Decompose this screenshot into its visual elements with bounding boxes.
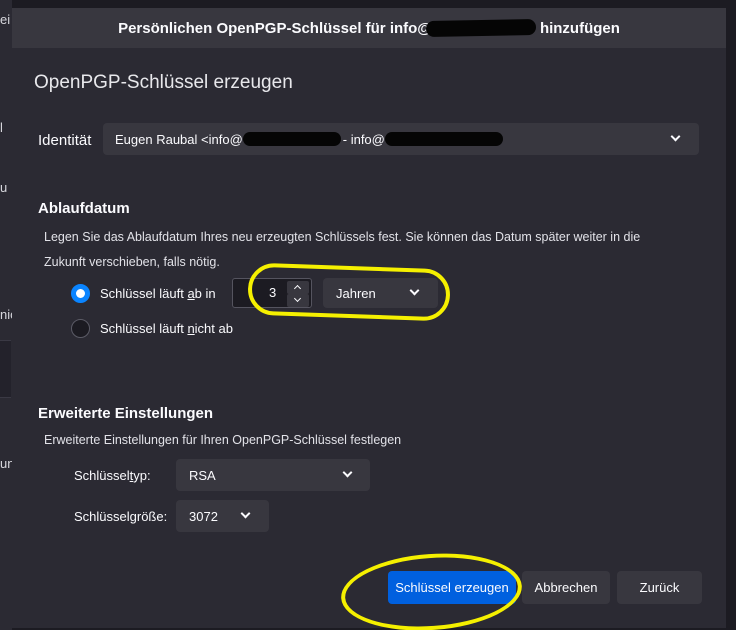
- redaction-mark: [384, 132, 503, 146]
- increment-button[interactable]: [287, 281, 309, 294]
- keytype-select[interactable]: RSA: [176, 459, 370, 491]
- redaction-mark: [242, 132, 341, 146]
- keytype-value: RSA: [189, 467, 216, 483]
- background-panel: [0, 340, 11, 398]
- keytype-label: Schlüsseltyp:: [74, 468, 151, 483]
- identity-value-part2: - info@: [342, 131, 385, 147]
- cancel-button[interactable]: Abbrechen: [522, 571, 610, 604]
- radio-never-expires[interactable]: Schlüssel läuft nicht ab: [71, 319, 233, 338]
- advanced-heading: Erweiterte Einstellungen: [38, 405, 214, 422]
- expiry-description: Legen Sie das Ablaufdatum Ihres neu erze…: [44, 230, 641, 269]
- expiry-unit-value: Jahren: [336, 285, 376, 301]
- chevron-down-icon: [409, 285, 420, 296]
- chevron-up-icon: [293, 284, 302, 293]
- dialog: OpenPGP-Schlüssel erzeugen Identität Eug…: [12, 48, 726, 628]
- window-title-prefix: Persönlichen OpenPGP-Schlüssel für info@: [118, 19, 432, 37]
- advanced-description: Erweiterte Einstellungen für Ihren OpenP…: [44, 433, 402, 447]
- radio-expires-label: Schlüssel läuft ab in: [100, 286, 216, 301]
- chevron-down-icon: [670, 131, 681, 142]
- radio-button-selected[interactable]: [71, 284, 90, 303]
- keysize-select[interactable]: 3072: [176, 500, 269, 532]
- identity-select[interactable]: Eugen Raubal <info@ - info@: [103, 123, 699, 155]
- dialog-heading: OpenPGP-Schlüssel erzeugen: [34, 72, 293, 93]
- background-text: ei: [0, 12, 11, 27]
- window-title-suffix: hinzufügen: [539, 19, 620, 37]
- expiry-amount-stepper[interactable]: 3: [232, 278, 312, 308]
- window-titlebar[interactable]: Persönlichen OpenPGP-Schlüssel für info@…: [12, 8, 726, 48]
- keysize-value: 3072: [189, 508, 218, 524]
- keysize-label: Schlüsselgröße:: [74, 509, 168, 524]
- radio-expires[interactable]: Schlüssel läuft ab in: [71, 284, 216, 303]
- identity-label: Identität: [38, 132, 92, 149]
- chevron-down-icon: [240, 508, 251, 519]
- generate-key-button[interactable]: Schlüssel erzeugen: [388, 571, 516, 604]
- identity-value-part1: Eugen Raubal <info@: [115, 131, 243, 147]
- background-text: u: [0, 180, 8, 195]
- chevron-down-icon: [342, 467, 353, 478]
- expiry-amount-value: 3: [269, 285, 277, 300]
- back-button[interactable]: Zurück: [617, 571, 702, 604]
- expiry-unit-select[interactable]: Jahren: [323, 278, 438, 308]
- radio-button[interactable]: [71, 319, 90, 338]
- background-text: l: [0, 120, 3, 135]
- chevron-down-icon: [293, 294, 302, 303]
- expiry-heading: Ablaufdatum: [38, 200, 130, 217]
- radio-never-label: Schlüssel läuft nicht ab: [100, 321, 233, 336]
- decrement-button[interactable]: [287, 294, 309, 307]
- redaction-mark: [425, 19, 537, 37]
